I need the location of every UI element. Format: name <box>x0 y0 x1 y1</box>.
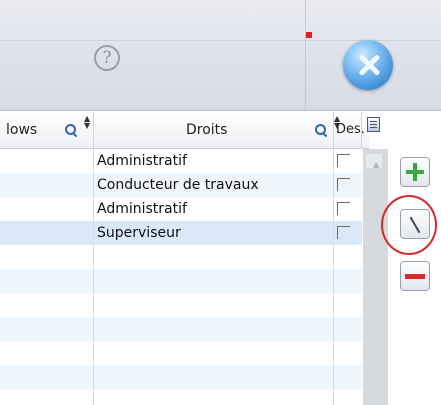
sort-arrows-icon[interactable]: ▲ ▼ <box>84 115 90 130</box>
toolbar: ? <box>0 0 441 111</box>
des-checkbox[interactable] <box>337 178 350 191</box>
table-row[interactable]: Administratif <box>0 149 362 173</box>
table-row-empty[interactable] <box>0 245 362 269</box>
table-row-selected[interactable]: Superviseur <box>0 221 362 245</box>
data-grid: lows ▲ ▼ Droits ▲ ▼ Des. Administratif Con… <box>0 112 369 405</box>
cell-droits: Superviseur <box>97 225 181 241</box>
des-checkbox[interactable] <box>337 154 350 167</box>
table-row-empty[interactable] <box>0 341 362 365</box>
grid-header: lows ▲ ▼ Droits ▲ ▼ Des. <box>0 112 369 149</box>
red-marker <box>306 32 312 38</box>
question-circle-icon[interactable]: ? <box>94 45 120 71</box>
des-checkbox[interactable] <box>337 202 350 215</box>
column-separator[interactable] <box>333 112 334 148</box>
column-separator[interactable] <box>361 112 362 148</box>
column-chooser-icon[interactable] <box>367 117 380 132</box>
remove-button[interactable] <box>400 261 430 291</box>
table-row[interactable]: Conducteur de travaux <box>0 173 362 197</box>
table-row-empty[interactable] <box>0 293 362 317</box>
scroll-up-button[interactable]: ▲ <box>366 154 382 169</box>
minus-icon <box>405 274 425 279</box>
column-header-lows[interactable]: lows <box>6 112 37 148</box>
add-button[interactable] <box>400 157 430 187</box>
column-header-droits[interactable]: Droits <box>186 112 227 148</box>
cell-droits: Administratif <box>97 153 187 169</box>
search-icon[interactable] <box>315 124 328 138</box>
highlight-annotation-circle <box>381 195 437 255</box>
column-separator[interactable] <box>93 112 94 148</box>
column-gridline <box>333 149 334 405</box>
cell-droits: Conducteur de travaux <box>97 177 259 193</box>
des-checkbox[interactable] <box>337 226 350 239</box>
cell-droits: Administratif <box>97 201 187 217</box>
column-gridline <box>93 149 94 405</box>
table-row-empty[interactable] <box>0 389 362 405</box>
table-row-empty[interactable] <box>0 269 362 293</box>
toolbar-divider-vertical <box>305 0 306 110</box>
table-row-empty[interactable] <box>0 317 362 341</box>
vertical-scrollbar[interactable]: ▲ <box>363 149 388 405</box>
close-icon[interactable] <box>343 40 393 90</box>
table-row[interactable]: Administratif <box>0 197 362 221</box>
search-icon[interactable] <box>65 124 78 138</box>
plus-icon <box>413 163 417 181</box>
table-row-empty[interactable] <box>0 365 362 389</box>
